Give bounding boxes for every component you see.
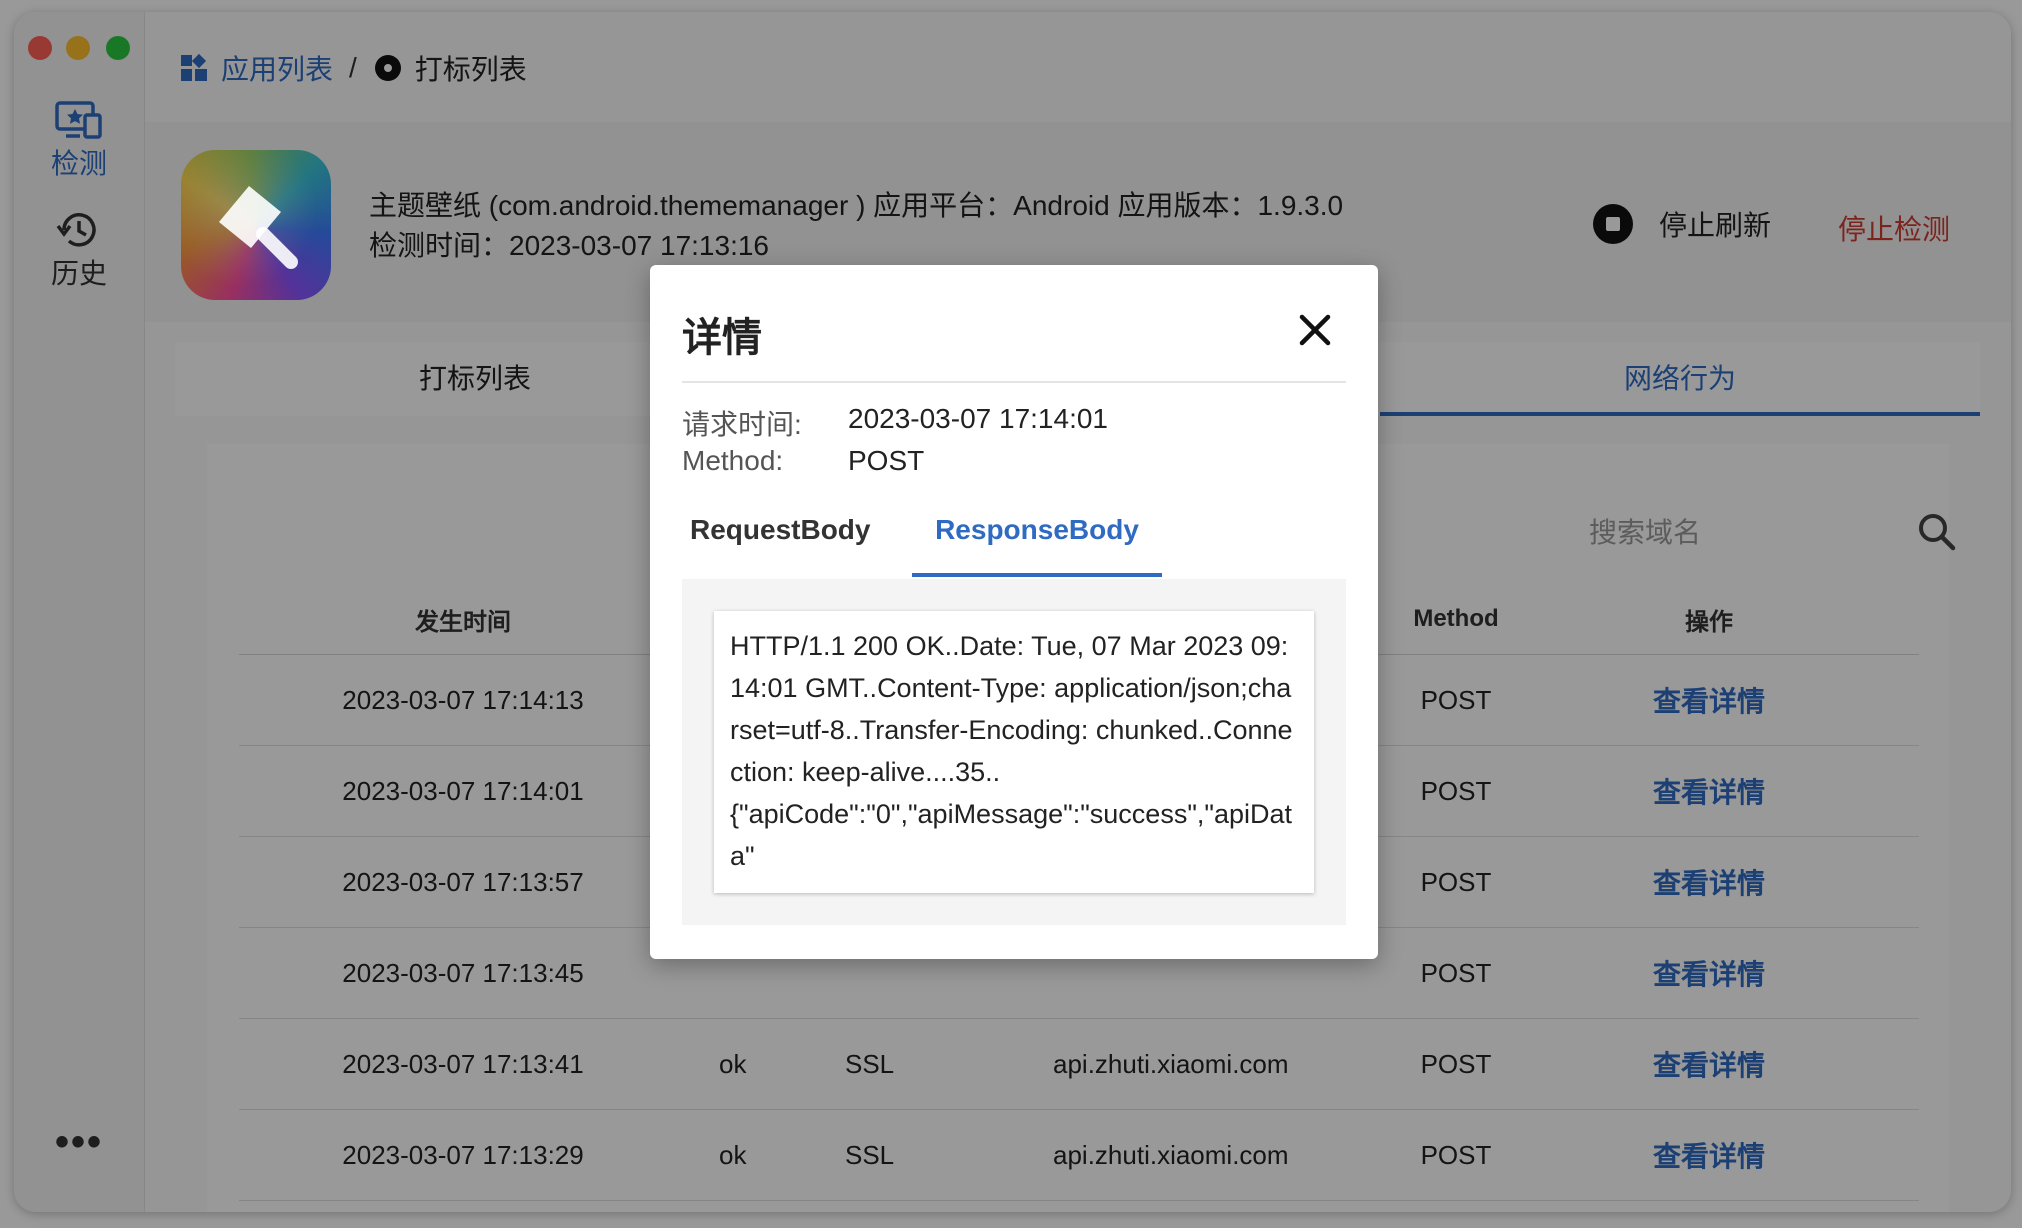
- request-time-label: 请求时间:: [682, 409, 802, 440]
- tab-response-body[interactable]: ResponseBody: [912, 495, 1162, 577]
- response-body-container: HTTP/1.1 200 OK..Date: Tue, 07 Mar 2023 …: [682, 579, 1346, 925]
- request-time-value: 2023-03-07 17:14:01: [848, 403, 1108, 434]
- dialog-title: 详情: [682, 316, 762, 360]
- details-dialog: 详情 请求时间: 2023-03-07 17:14:01 Method: POS…: [650, 265, 1378, 959]
- dialog-divider: [682, 381, 1346, 383]
- paint-brush-icon: [219, 186, 298, 269]
- response-body-text: HTTP/1.1 200 OK..Date: Tue, 07 Mar 2023 …: [730, 631, 1293, 871]
- method-label: Method:: [682, 445, 784, 476]
- app-icon: [181, 150, 331, 300]
- response-body-box[interactable]: HTTP/1.1 200 OK..Date: Tue, 07 Mar 2023 …: [714, 611, 1314, 893]
- close-icon[interactable]: [1290, 305, 1340, 355]
- tab-request-body[interactable]: RequestBody: [690, 495, 870, 573]
- method-value: POST: [848, 445, 925, 476]
